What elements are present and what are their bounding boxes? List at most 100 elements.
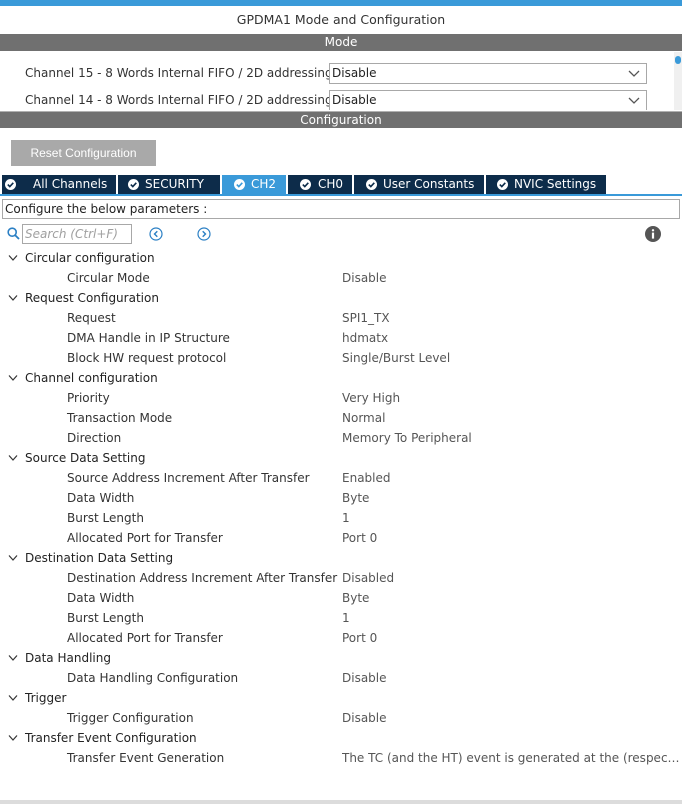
param-value[interactable]: SPI1_TX <box>342 308 680 328</box>
check-circle-icon <box>128 179 139 190</box>
param-row[interactable]: Destination Address Increment After Tran… <box>0 568 682 588</box>
param-value[interactable]: Normal <box>342 408 680 428</box>
param-label: Data Width <box>67 591 135 605</box>
tab-nvic-settings[interactable]: NVIC Settings <box>486 175 606 194</box>
tree-group-trigger[interactable]: Trigger <box>0 688 682 708</box>
param-value[interactable]: Disable <box>342 668 680 688</box>
param-label: Direction <box>67 431 122 445</box>
param-label: Trigger Configuration <box>67 711 194 725</box>
param-row[interactable]: Data Width Byte <box>0 588 682 608</box>
param-label: Burst Length <box>67 611 144 625</box>
tab-label: All Channels <box>33 177 108 191</box>
param-row[interactable]: Source Address Increment After Transfer … <box>0 468 682 488</box>
tab-label: SECURITY <box>145 177 204 191</box>
group-label: Trigger <box>25 691 67 705</box>
group-label: Circular configuration <box>25 251 155 265</box>
group-label: Source Data Setting <box>25 451 146 465</box>
param-row[interactable]: Request SPI1_TX <box>0 308 682 328</box>
param-row[interactable]: Burst Length 1 <box>0 608 682 628</box>
select-value: Disable <box>332 93 377 107</box>
param-value[interactable]: Port 0 <box>342 628 680 648</box>
reset-configuration-button[interactable]: Reset Configuration <box>11 140 156 166</box>
param-value[interactable]: The TC (and the HT) event is generated a… <box>342 748 680 768</box>
chevron-down-icon <box>628 70 640 77</box>
param-label: Transfer Event Generation <box>67 751 225 765</box>
configuration-section-header: Configuration <box>0 111 682 128</box>
chevron-down-icon <box>628 97 640 104</box>
chevron-down-icon[interactable] <box>8 254 18 262</box>
param-row[interactable]: Allocated Port for Transfer Port 0 <box>0 628 682 648</box>
param-value[interactable]: Memory To Peripheral <box>342 428 680 448</box>
param-label: Transaction Mode <box>67 411 173 425</box>
param-row[interactable]: Direction Memory To Peripheral <box>0 428 682 448</box>
param-row[interactable]: DMA Handle in IP Structure hdmatx <box>0 328 682 348</box>
param-row[interactable]: Trigger Configuration Disable <box>0 708 682 728</box>
search-input[interactable] <box>22 224 132 244</box>
param-value[interactable]: Port 0 <box>342 528 680 548</box>
param-label: Allocated Port for Transfer <box>67 531 223 545</box>
param-row[interactable]: Burst Length 1 <box>0 508 682 528</box>
group-label: Data Handling <box>25 651 111 665</box>
param-row[interactable]: Data Width Byte <box>0 488 682 508</box>
param-label: Request <box>67 311 116 325</box>
chevron-down-icon[interactable] <box>8 734 18 742</box>
arrow-right-circle-icon[interactable] <box>197 227 211 241</box>
param-row[interactable]: Circular Mode Disable <box>0 268 682 288</box>
search-icon[interactable] <box>7 227 20 240</box>
tree-group-transfer-event-configuration[interactable]: Transfer Event Configuration <box>0 728 682 748</box>
tree-group-channel-configuration[interactable]: Channel configuration <box>0 368 682 388</box>
param-label: DMA Handle in IP Structure <box>67 331 230 345</box>
param-row[interactable]: Data Handling Configuration Disable <box>0 668 682 688</box>
param-row[interactable]: Priority Very High <box>0 388 682 408</box>
param-label: Source Address Increment After Transfer <box>67 471 310 485</box>
tree-group-destination-data-setting[interactable]: Destination Data Setting <box>0 548 682 568</box>
tree-group-source-data-setting[interactable]: Source Data Setting <box>0 448 682 468</box>
group-label: Request Configuration <box>25 291 159 305</box>
group-label: Transfer Event Configuration <box>25 731 197 745</box>
chevron-down-icon[interactable] <box>8 294 18 302</box>
tree-group-data-handling[interactable]: Data Handling <box>0 648 682 668</box>
tree-group-circular-configuration[interactable]: Circular configuration <box>0 248 682 268</box>
chevron-down-icon[interactable] <box>8 694 18 702</box>
param-value[interactable]: 1 <box>342 608 680 628</box>
param-value[interactable]: Enabled <box>342 468 680 488</box>
param-row[interactable]: Transaction Mode Normal <box>0 408 682 428</box>
param-row[interactable]: Allocated Port for Transfer Port 0 <box>0 528 682 548</box>
chevron-down-icon[interactable] <box>8 654 18 662</box>
param-value[interactable]: Disabled <box>342 568 680 588</box>
channel-15-mode-select[interactable]: Disable <box>329 63 647 84</box>
param-value[interactable]: Byte <box>342 588 680 608</box>
info-icon[interactable] <box>645 226 661 242</box>
tab-all-channels[interactable]: All Channels <box>2 175 116 194</box>
tab-label: CH2 <box>251 177 277 191</box>
tab-user-constants[interactable]: User Constants <box>354 175 484 194</box>
check-circle-icon <box>300 179 311 190</box>
tab-label: NVIC Settings <box>514 177 597 191</box>
arrow-left-circle-icon[interactable] <box>149 227 163 241</box>
param-value[interactable]: Single/Burst Level <box>342 348 680 368</box>
tab-ch2[interactable]: CH2 <box>222 175 286 194</box>
check-circle-icon <box>234 179 245 190</box>
tab-label: CH0 <box>318 177 344 191</box>
param-value[interactable]: Disable <box>342 268 680 288</box>
chevron-down-icon[interactable] <box>8 374 18 382</box>
mode-scrollbar[interactable] <box>674 52 682 110</box>
tree-group-request-configuration[interactable]: Request Configuration <box>0 288 682 308</box>
param-label: Circular Mode <box>67 271 150 285</box>
tab-ch0[interactable]: CH0 <box>288 175 352 194</box>
param-value[interactable]: Byte <box>342 488 680 508</box>
param-row[interactable]: Block HW request protocol Single/Burst L… <box>0 348 682 368</box>
param-value[interactable]: Very High <box>342 388 680 408</box>
parameter-tree: Circular configuration Circular Mode Dis… <box>0 248 682 768</box>
param-value[interactable]: 1 <box>342 508 680 528</box>
param-row[interactable]: Transfer Event Generation The TC (and th… <box>0 748 682 768</box>
param-value[interactable]: Disable <box>342 708 680 728</box>
tab-security[interactable]: SECURITY <box>118 175 220 194</box>
param-label: Block HW request protocol <box>67 351 227 365</box>
scrollbar-thumb[interactable] <box>675 56 681 64</box>
channel-14-mode-select[interactable]: Disable <box>329 90 647 110</box>
bottom-border <box>0 800 682 804</box>
chevron-down-icon[interactable] <box>8 454 18 462</box>
chevron-down-icon[interactable] <box>8 554 18 562</box>
param-value[interactable]: hdmatx <box>342 328 680 348</box>
